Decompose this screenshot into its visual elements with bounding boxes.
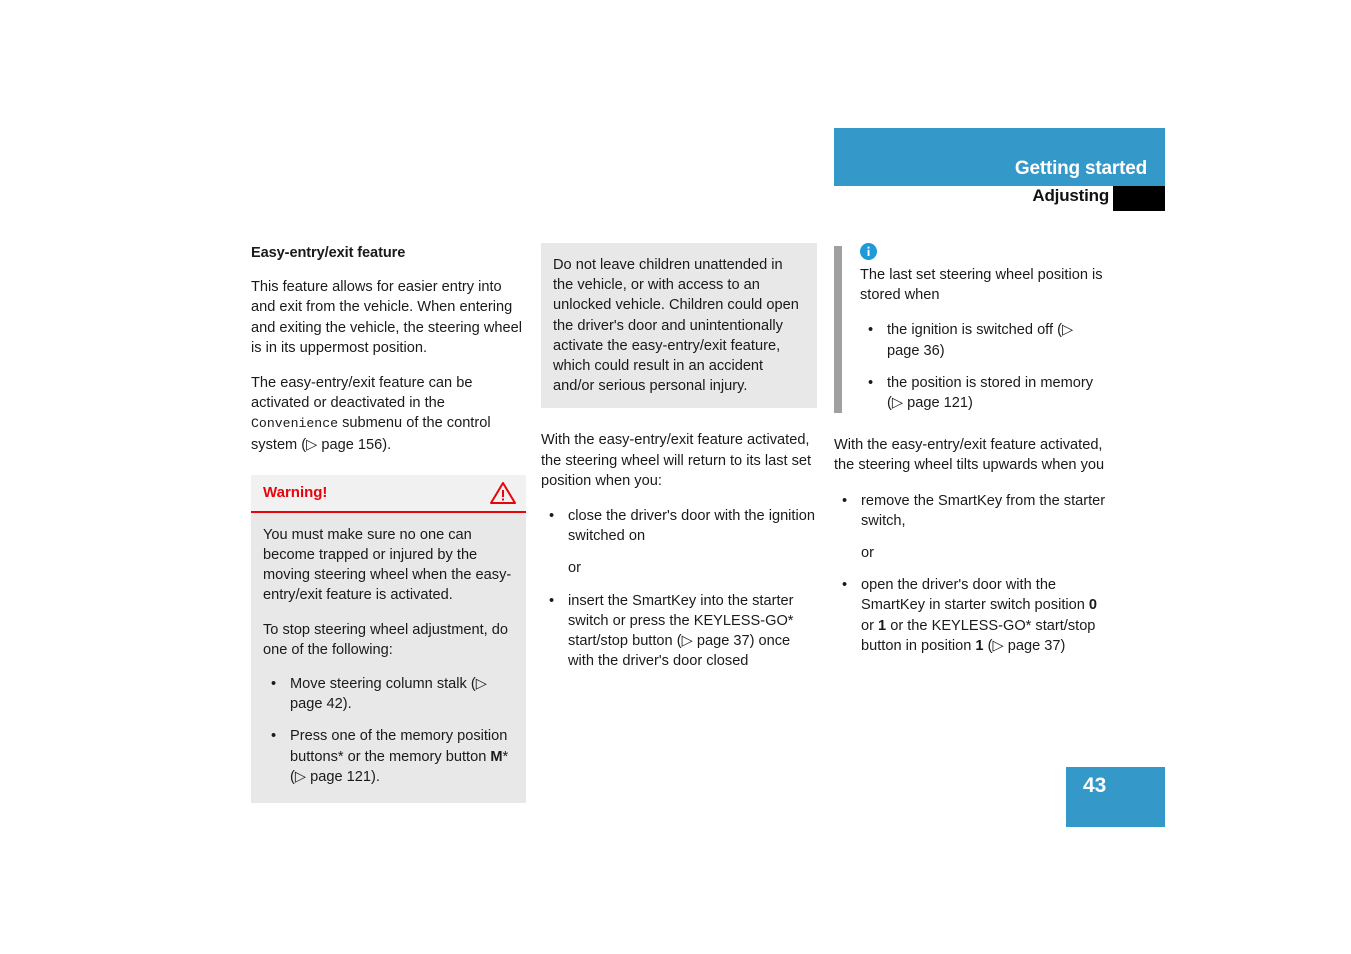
list-item: • insert the SmartKey into the starter s… [541,591,817,672]
tilt-bullet-2-pre: open the driver's door with the SmartKey… [861,577,1089,614]
bullet-dot-icon: • [842,577,848,594]
button-position-1: 1 [975,637,984,654]
connector-text: or [568,560,581,577]
intro-paragraph: This feature allows for easier entry int… [251,279,522,356]
warning-triangle-icon [490,481,516,505]
warning-title: Warning! [263,483,328,501]
warning-bullet-1-text: Move steering column stalk (▷ page 42). [290,676,487,713]
tilt-upwards-paragraph: With the easy-entry/exit feature activat… [834,437,1105,474]
warning-bullet-list: • Move steering column stalk (▷ page 42)… [263,674,512,787]
list-item: • remove the SmartKey from the starter s… [834,491,1106,531]
column-right: The last set steering wheel position is … [834,243,1106,656]
list-item: • close the driver's door with the ignit… [541,506,817,546]
return-bullet-1-text: close the driver's door with the ignitio… [568,508,815,545]
page-header-bar: Getting started [834,128,1165,186]
warning-box: Warning! You must make sure no one can b… [251,474,526,804]
warning-box-body: You must make sure no one can become tra… [251,512,526,804]
return-position-paragraph: With the easy-entry/exit feature activat… [541,432,812,489]
info-bullet-2-text: the position is stored in memory (▷ page… [887,374,1094,412]
list-item: • the ignition is switched off (▷ page 3… [860,320,1106,360]
info-side-bar [834,246,842,414]
bullet-dot-icon: • [271,676,277,693]
return-position-bullet-list: • close the driver's door with the ignit… [541,506,817,671]
memory-button-label: M [490,748,503,765]
switch-position-1: 1 [878,617,887,634]
info-bullet-list: • the ignition is switched off (▷ page 3… [860,320,1106,413]
page-number-box: 43 [1066,767,1165,827]
list-item: • open the driver's door with the SmartK… [834,575,1106,656]
info-circle-icon [860,243,877,260]
subsection-title: Adjusting [1032,186,1109,205]
info-note-block: The last set steering wheel position is … [834,243,1106,414]
children-warning-text: Do not leave children unattended in the … [553,257,799,395]
warning-bullet-2-pre: Press one of the memory position buttons… [290,728,508,765]
tilt-bullet-2-mid1: or [861,617,879,634]
tilt-bullet-1-text: remove the SmartKey from the starter swi… [861,492,1106,529]
bullet-dot-icon: • [271,728,277,745]
tilt-upwards-bullet-list: • remove the SmartKey from the starter s… [834,491,1106,656]
bullet-dot-icon: • [842,492,848,509]
list-item: • Press one of the memory position butto… [263,726,512,787]
connector-text: or [861,545,874,562]
bullet-dot-icon: • [549,592,555,609]
convenience-menu-name: Convenience [251,416,339,432]
page-number: 43 [1083,774,1107,797]
warning-paragraph-1: You must make sure no one can become tra… [263,526,512,604]
page-title: Easy-entry/exit feature [251,245,406,261]
page-subheader: Adjusting [834,186,1165,212]
list-connector: or [834,543,1106,563]
bullet-dot-icon: • [868,374,874,391]
bullet-dot-icon: • [549,508,555,525]
switch-position-0: 0 [1088,597,1098,614]
column-left: Easy-entry/exit feature This feature all… [251,243,526,804]
activation-text-pre: The easy-entry/exit feature can be activ… [251,375,473,412]
bullet-dot-icon: • [868,322,874,339]
activation-paragraph: The easy-entry/exit feature can be activ… [251,373,526,455]
section-title: Getting started [1014,158,1147,179]
info-bullet-1-text: the ignition is switched off (▷ page 36) [887,322,1074,359]
warning-box-header: Warning! [251,474,526,513]
column-middle: Do not leave children unattended in the … [541,243,817,671]
list-connector: or [541,558,817,578]
chapter-tab-marker [1113,186,1165,211]
info-intro-paragraph: The last set steering wheel position is … [860,267,1103,304]
list-item: • the position is stored in memory (▷ pa… [860,373,1106,413]
tilt-bullet-2-post: (▷ page 37) [983,637,1066,654]
warning-paragraph-2: To stop steering wheel adjustment, do on… [263,621,508,658]
return-bullet-2-text: insert the SmartKey into the starter swi… [568,592,794,670]
children-warning-box: Do not leave children unattended in the … [541,243,817,409]
list-item: • Move steering column stalk (▷ page 42)… [263,674,512,714]
